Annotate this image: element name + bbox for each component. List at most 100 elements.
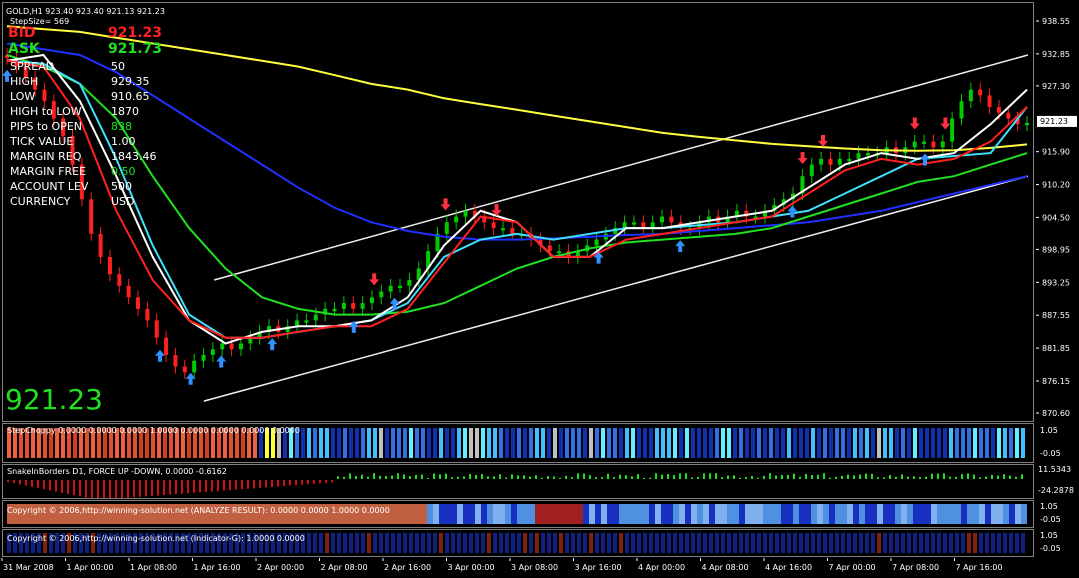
price-chart[interactable] <box>3 3 1033 421</box>
indicator-bar <box>595 477 597 479</box>
indicator-bar <box>979 504 985 524</box>
main-chart-pane[interactable]: GOLD,H1 923.40 923.40 921.13 921.23 Step… <box>2 2 1034 422</box>
indicator-bar <box>409 428 413 458</box>
indicator-bar <box>463 428 467 458</box>
indicator-bar <box>751 533 755 553</box>
indicator-bar <box>49 480 51 491</box>
indicator-bar <box>415 533 419 553</box>
ask-label: ASK <box>8 41 40 57</box>
indicator-bar <box>967 473 969 479</box>
indicator-bar <box>637 533 641 553</box>
indicator-bar <box>445 533 449 553</box>
indicator-bar <box>979 533 983 553</box>
candle <box>444 222 449 234</box>
indicator-bar <box>415 504 421 524</box>
indicator-bar <box>511 474 513 479</box>
indicator-bar <box>307 480 309 485</box>
price-tick-label: 927.30 <box>1042 82 1070 91</box>
candle <box>828 158 833 165</box>
indicator-bar <box>673 428 677 458</box>
indicator-bar <box>547 504 553 524</box>
indicator-bar <box>205 480 207 492</box>
indicator-bar <box>229 480 231 491</box>
indicator-bar <box>469 533 473 553</box>
indicator-bar <box>709 428 713 458</box>
time-tick-label: 2 Apr 00:00 <box>257 563 304 572</box>
indicator-bar <box>553 428 557 458</box>
indicator-bar <box>787 533 791 553</box>
indicator-bar <box>859 533 863 553</box>
indicator-bar <box>583 533 587 553</box>
candle <box>332 308 337 312</box>
price-scale[interactable]: 938.55 932.85 927.30 921.23 915.90 910.20 904.… <box>1036 2 1079 422</box>
indicator-stepchoppy-pane[interactable]: StepChoppy 0.0000 0.0000 0.0000 1.0000 0… <box>2 423 1034 463</box>
channel-lower-line[interactable] <box>203 175 1029 402</box>
info-row-label: TICK VALUE <box>10 135 74 148</box>
indicator-bar <box>697 428 701 458</box>
indicator-bar <box>877 428 881 458</box>
time-tick-label: 2 Apr 16:00 <box>384 563 431 572</box>
indicator-bar <box>481 533 485 553</box>
indicator-bar <box>559 504 565 524</box>
indicator-bar <box>541 428 545 458</box>
candle <box>557 251 562 254</box>
ask-value: 921.73 <box>108 41 163 57</box>
ma-line[interactable] <box>6 54 1028 316</box>
indicator-bar <box>679 473 681 479</box>
indicator-bar <box>721 428 725 458</box>
info-row-label: PIPS to OPEN <box>10 120 82 133</box>
candle <box>173 355 178 367</box>
indicator-bar <box>949 533 953 553</box>
indicator-bar <box>439 428 443 458</box>
indicator-bar <box>391 475 393 479</box>
indicator-bar <box>829 504 835 524</box>
info-row-value: USD <box>111 195 135 208</box>
indicator-bar <box>709 533 713 553</box>
indicator-snake-pane[interactable]: SnakeInBorders D1, FORCE UP -DOWN, 0.000… <box>2 464 1034 499</box>
indicator-bar <box>409 504 415 524</box>
indicator-bar <box>1015 428 1019 458</box>
indicator-bar <box>799 428 803 458</box>
indicator-bar <box>331 480 333 483</box>
indicator-bar <box>865 504 871 524</box>
indicator-bar <box>979 477 981 479</box>
indicator-bar <box>349 533 353 553</box>
indicator-bar <box>421 428 425 458</box>
indicator-bar <box>811 475 813 479</box>
ma-line[interactable] <box>6 42 1028 241</box>
indicator-bar <box>313 533 317 553</box>
indicator-bar <box>517 504 523 524</box>
indicator-bar <box>835 476 837 479</box>
indicator-bar <box>799 476 801 479</box>
indicator-bar <box>931 428 935 458</box>
indicator-g-pane[interactable]: Copyright © 2006,http://winning-solution… <box>2 529 1034 557</box>
indicator-bar <box>883 428 887 458</box>
time-axis[interactable]: 31 Mar 2008 1 Apr 00:00 1 Apr 08:00 1 Apr 1… <box>0 558 1079 578</box>
candle <box>341 303 346 309</box>
ma-line[interactable] <box>6 59 1028 339</box>
indicator-bar <box>829 533 833 553</box>
indicator-bar <box>265 480 267 488</box>
info-row-label: SPREAD <box>10 60 55 73</box>
candle <box>201 355 206 361</box>
indicator-bar <box>883 477 885 479</box>
indicator-bar <box>631 476 633 479</box>
indicator-bar <box>361 474 363 479</box>
indicator-bar <box>895 476 897 479</box>
ma-line[interactable] <box>6 59 1028 339</box>
indicator-bar <box>475 533 479 553</box>
indicator-bar <box>955 428 959 458</box>
indicator-bar <box>991 474 993 479</box>
candle <box>89 199 94 234</box>
indicator-bar <box>649 428 653 458</box>
candle <box>154 320 159 338</box>
indicator-bar <box>313 428 317 458</box>
indicator-bar <box>721 477 723 479</box>
indicator-bar <box>829 477 831 479</box>
candle <box>491 222 496 229</box>
indicator-bar <box>589 504 595 524</box>
info-row-label: LOW <box>10 90 36 103</box>
indicator-bar <box>439 533 443 553</box>
indicator-analyze-pane[interactable]: Copyright © 2006,http://winning-solution… <box>2 500 1034 528</box>
channel-upper-line[interactable] <box>213 54 1029 281</box>
